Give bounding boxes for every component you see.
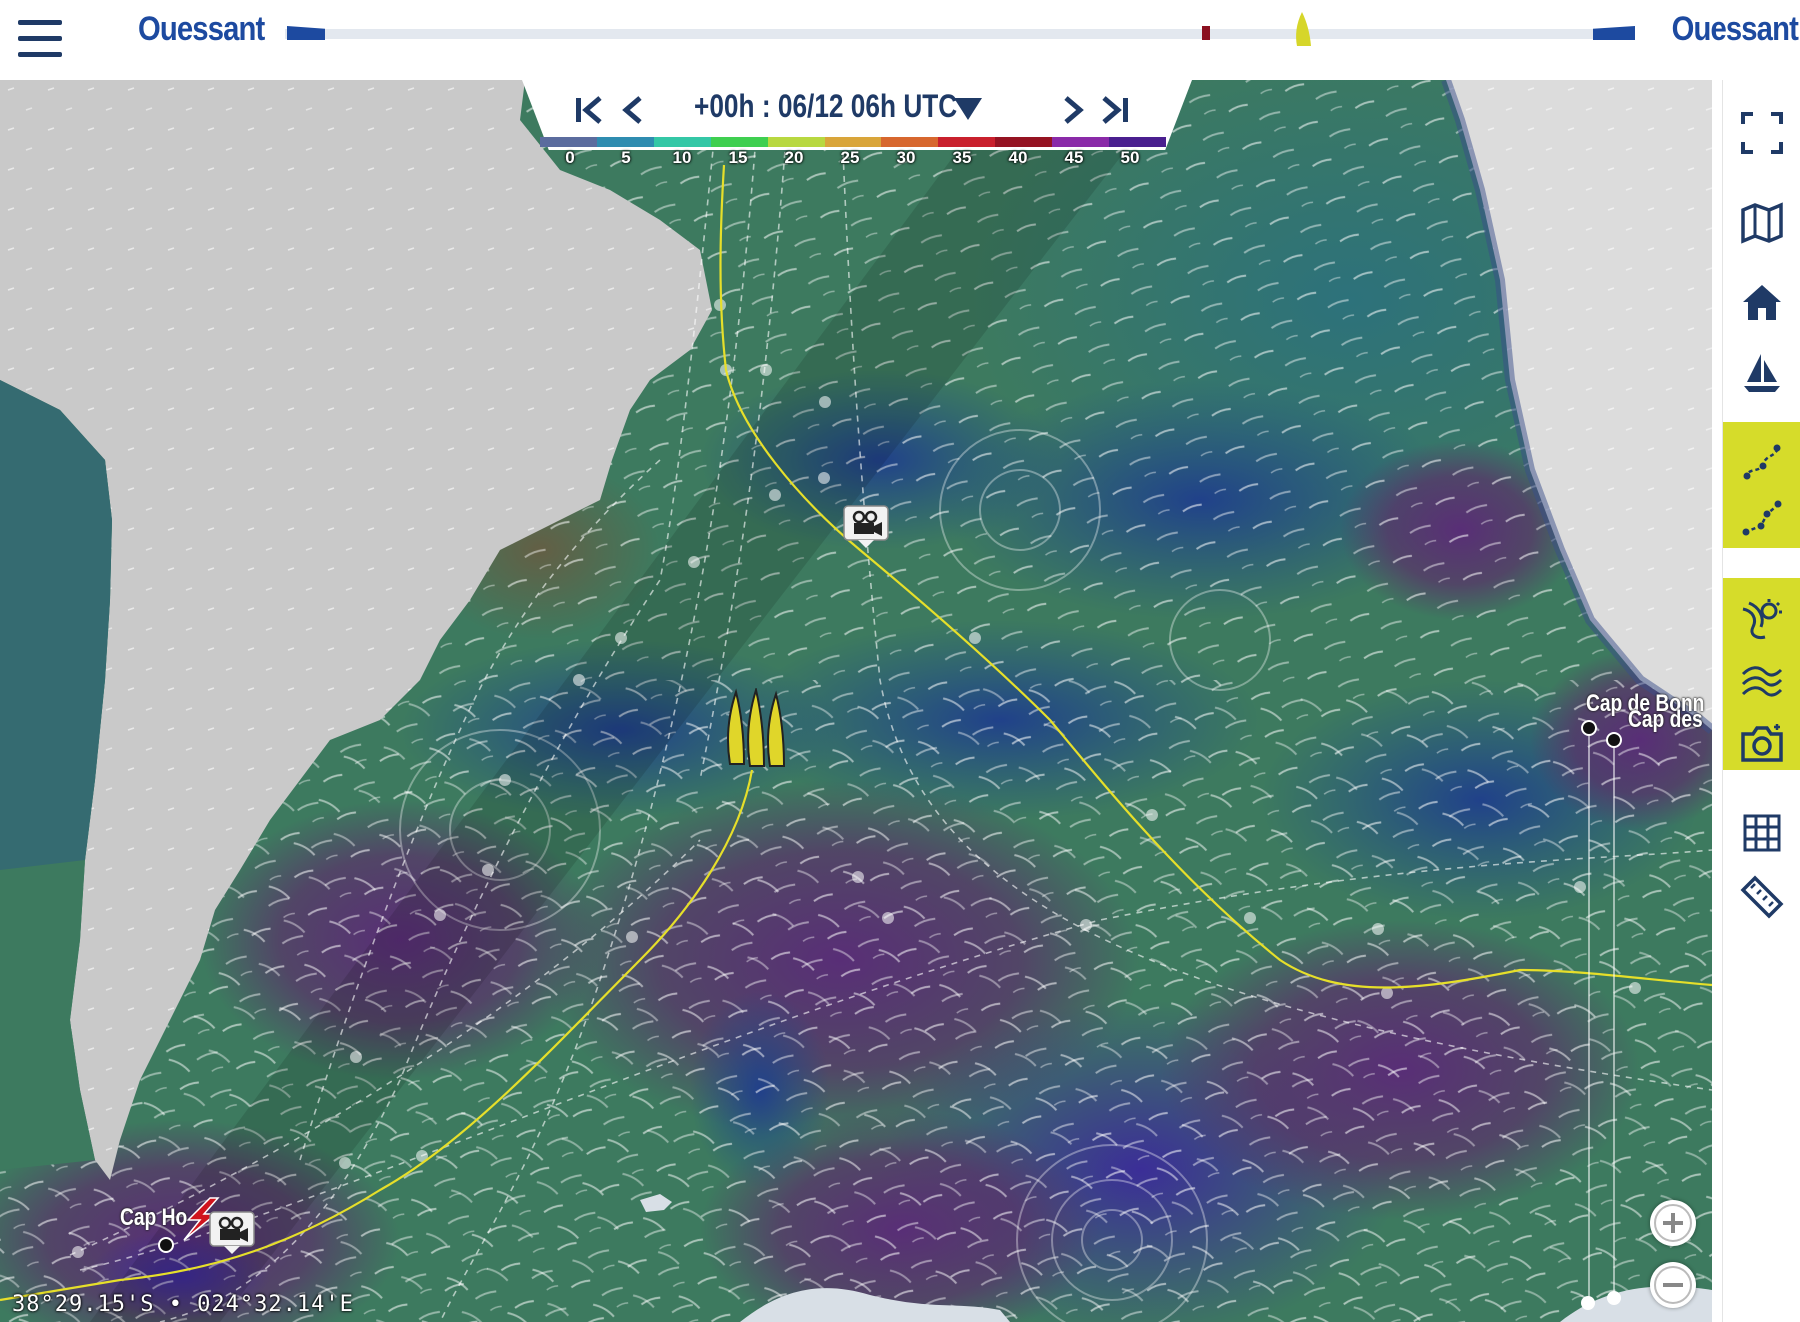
video-camera-marker-icon[interactable] <box>842 504 890 548</box>
zoom-in-icon <box>1654 1204 1692 1242</box>
map-icon <box>1741 202 1783 244</box>
home-icon <box>1743 285 1781 320</box>
wind-scale-label: 5 <box>621 148 631 167</box>
next-step-button[interactable] <box>1052 90 1092 130</box>
weather-button[interactable] <box>1723 585 1800 655</box>
camera-icon <box>1741 724 1783 762</box>
grid-icon <box>1743 814 1781 852</box>
previous-step-button[interactable] <box>614 90 654 130</box>
race-progress-marker <box>1202 26 1210 40</box>
cap-aiguilles-label: Cap des <box>1628 706 1703 733</box>
time-dropdown-button[interactable] <box>952 96 984 122</box>
fleet-boats-icon[interactable] <box>722 688 788 770</box>
hamburger-icon[interactable] <box>18 20 62 58</box>
zoom-in-button[interactable] <box>1650 1200 1696 1246</box>
wind-scale-label: 35 <box>952 148 972 167</box>
skip-to-end-icon <box>1102 96 1128 124</box>
wind-scale-swatch <box>540 137 597 147</box>
skip-to-end-button[interactable] <box>1094 90 1134 130</box>
ruler-button[interactable] <box>1723 862 1800 932</box>
zoom-out-icon <box>1654 1266 1692 1304</box>
wind-scale-swatch <box>1052 137 1110 147</box>
wind-scale-swatch <box>881 137 939 147</box>
wind-speed-scale-labels: 0 5 10 15 20 25 30 35 40 45 50 <box>540 148 1166 172</box>
camera-button[interactable] <box>1723 708 1800 778</box>
chevron-left-icon <box>622 96 642 124</box>
skip-to-start-button[interactable] <box>570 90 610 130</box>
cap-horn-label: Cap Ho <box>120 1204 188 1231</box>
wind-scale-swatch <box>710 137 768 147</box>
skip-to-start-icon <box>576 96 602 124</box>
wind-waves-icon <box>1741 666 1783 697</box>
boat-button[interactable] <box>1723 338 1800 408</box>
wind-scale-label: 20 <box>784 148 804 167</box>
wind-scale-swatch <box>995 137 1053 147</box>
grid-button[interactable] <box>1723 798 1800 868</box>
start-port-label: Ouessant <box>138 10 265 48</box>
fullscreen-icon <box>1741 112 1783 154</box>
chevron-right-icon <box>1064 96 1084 124</box>
wind-scale-label: 15 <box>728 148 748 167</box>
wind-scale-label: 10 <box>672 148 692 167</box>
wind-scale-swatch <box>767 137 825 147</box>
wind-layer <box>0 80 1712 1322</box>
ruler-icon <box>1740 875 1784 919</box>
route-curve-icon <box>1743 444 1781 480</box>
wind-scale-label: 50 <box>1120 148 1140 167</box>
route-points-button[interactable] <box>1723 484 1800 554</box>
wind-scale-label: 0 <box>565 148 575 167</box>
race-progress-track <box>285 29 1635 39</box>
wind-scale-label: 40 <box>1008 148 1028 167</box>
caret-down-icon <box>954 98 982 120</box>
right-toolbar <box>1722 80 1800 1322</box>
fullscreen-button[interactable] <box>1723 98 1800 168</box>
video-camera-marker-icon[interactable] <box>208 1210 256 1254</box>
wind-scale-swatch <box>1109 137 1166 147</box>
zoom-out-button[interactable] <box>1650 1262 1696 1308</box>
end-port-label: Ouessant <box>1671 10 1799 48</box>
sailboat-icon <box>1744 354 1780 392</box>
forecast-time-label: +00h : 06/12 06h UTC <box>694 88 958 124</box>
wind-scale-label: 45 <box>1064 148 1084 167</box>
map-button[interactable] <box>1723 188 1800 258</box>
route-points-icon <box>1742 500 1782 536</box>
wind-scale-swatch <box>596 137 654 147</box>
wind-scale-label: 30 <box>896 148 916 167</box>
top-bar: Ouessant Ouessant <box>0 0 1800 78</box>
home-button[interactable] <box>1723 268 1800 338</box>
wind-scale-swatch <box>653 137 711 147</box>
weather-icon <box>1742 599 1782 639</box>
cursor-coordinates: 38°29.15'S • 024°32.14'E <box>12 1292 354 1317</box>
wind-scale-label: 25 <box>840 148 860 167</box>
boat-position-icon <box>1296 12 1311 46</box>
weather-map[interactable]: Cap Ho Cap de Bonn Cap des 38°29.15'S • … <box>0 80 1712 1322</box>
wind-scale-swatch <box>824 137 882 147</box>
wind-speed-scale <box>540 137 1166 147</box>
wind-scale-swatch <box>938 137 996 147</box>
